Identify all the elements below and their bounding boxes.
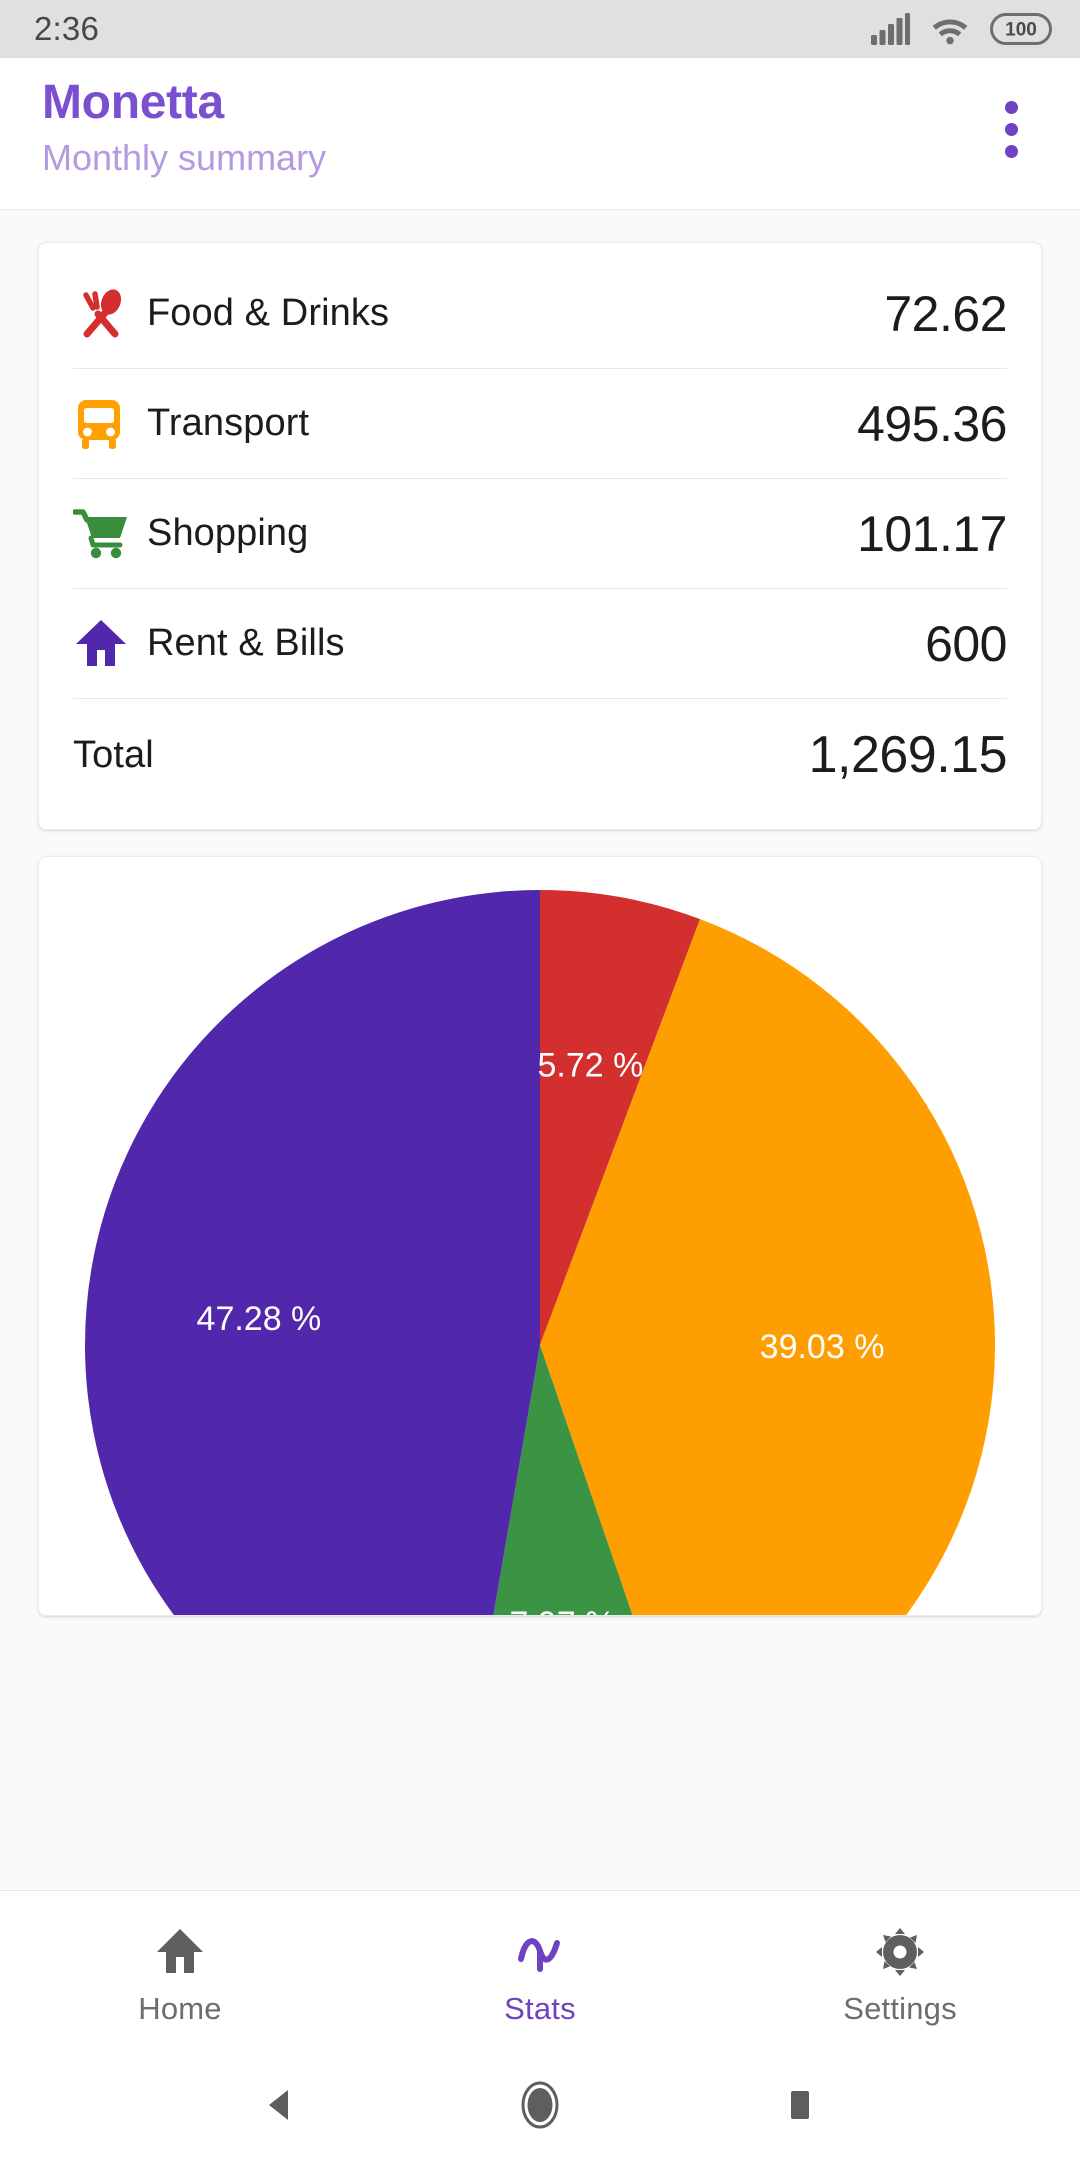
nav-item-home[interactable]: Home <box>0 1891 360 2050</box>
cellular-signal-icon <box>870 13 910 45</box>
cutlery-icon <box>73 286 147 342</box>
pie-chart-svg: 5.72 % 39.03 % 7.97 % 47.28 % <box>85 890 995 1616</box>
bottom-navigation-bar: Home Stats Settings <box>0 1890 1080 2050</box>
stats-icon <box>513 1925 567 1979</box>
house-icon <box>73 616 147 672</box>
phone-screen: 2:36 100 Monetta Monthly summary Food & … <box>0 0 1080 2160</box>
back-triangle-icon[interactable] <box>225 2050 335 2160</box>
cart-icon <box>73 506 147 562</box>
total-amount: 1,269.15 <box>808 726 1008 784</box>
category-label: Rent & Bills <box>147 622 345 664</box>
nav-label-settings: Settings <box>843 1990 957 2026</box>
nav-item-stats[interactable]: Stats <box>360 1891 720 2050</box>
category-amount: 495.36 <box>857 395 1007 452</box>
app-header: Monetta Monthly summary <box>0 58 1080 210</box>
nav-label-home: Home <box>138 1990 222 2026</box>
recents-square-icon[interactable] <box>745 2050 855 2160</box>
battery-level-text: 100 <box>1005 20 1037 41</box>
home-icon <box>153 1925 207 1979</box>
battery-icon: 100 <box>990 13 1052 45</box>
expense-pie-chart-card: 5.72 % 39.03 % 7.97 % 47.28 % <box>38 856 1042 1616</box>
table-row[interactable]: Shopping 101.17 <box>73 479 1007 589</box>
pie-slice-label: 7.97 % <box>509 1605 615 1616</box>
overflow-dot <box>1004 122 1018 136</box>
category-label: Shopping <box>147 512 309 554</box>
category-label: Food & Drinks <box>147 292 390 334</box>
pie-slice-label: 5.72 % <box>537 1046 643 1084</box>
overflow-dot <box>1004 144 1018 158</box>
category-amount: 101.17 <box>857 505 1007 562</box>
pie-slice[interactable] <box>85 890 540 1616</box>
pie-slice-label: 47.28 % <box>197 1300 322 1338</box>
category-summary-card: Food & Drinks 72.62 Transport 495.36 Sho… <box>38 242 1042 830</box>
status-bar: 2:36 100 <box>0 0 1080 58</box>
pie-slice-label: 39.03 % <box>760 1328 885 1366</box>
wifi-icon <box>930 13 970 45</box>
main-content: Food & Drinks 72.62 Transport 495.36 Sho… <box>0 210 1080 1890</box>
table-row[interactable]: Food & Drinks 72.62 <box>73 259 1007 369</box>
table-row[interactable]: Rent & Bills 600 <box>73 589 1007 699</box>
header-title-block: Monetta Monthly summary <box>42 76 326 179</box>
status-icon-group: 100 <box>870 13 1052 45</box>
overflow-dot <box>1004 100 1018 114</box>
nav-label-stats: Stats <box>504 1990 576 2026</box>
home-circle-icon[interactable] <box>485 2050 595 2160</box>
table-row[interactable]: Transport 495.36 <box>73 369 1007 479</box>
status-time: 2:36 <box>34 10 100 47</box>
category-amount: 72.62 <box>884 285 1007 342</box>
category-amount: 600 <box>925 615 1007 672</box>
page-title: Monetta <box>42 76 224 129</box>
more-vertical-icon[interactable] <box>976 90 1046 168</box>
bus-icon <box>73 396 147 452</box>
android-system-nav <box>0 2050 1080 2160</box>
nav-item-settings[interactable]: Settings <box>720 1891 1080 2050</box>
page-subtitle: Monthly summary <box>42 136 327 178</box>
pie-slice-group <box>85 890 995 1616</box>
settings-icon <box>873 1925 927 1979</box>
total-label: Total <box>73 733 154 776</box>
pie-chart[interactable]: 5.72 % 39.03 % 7.97 % 47.28 % <box>80 885 1000 1616</box>
category-label: Transport <box>147 402 310 444</box>
total-row: Total 1,269.15 <box>73 699 1008 811</box>
